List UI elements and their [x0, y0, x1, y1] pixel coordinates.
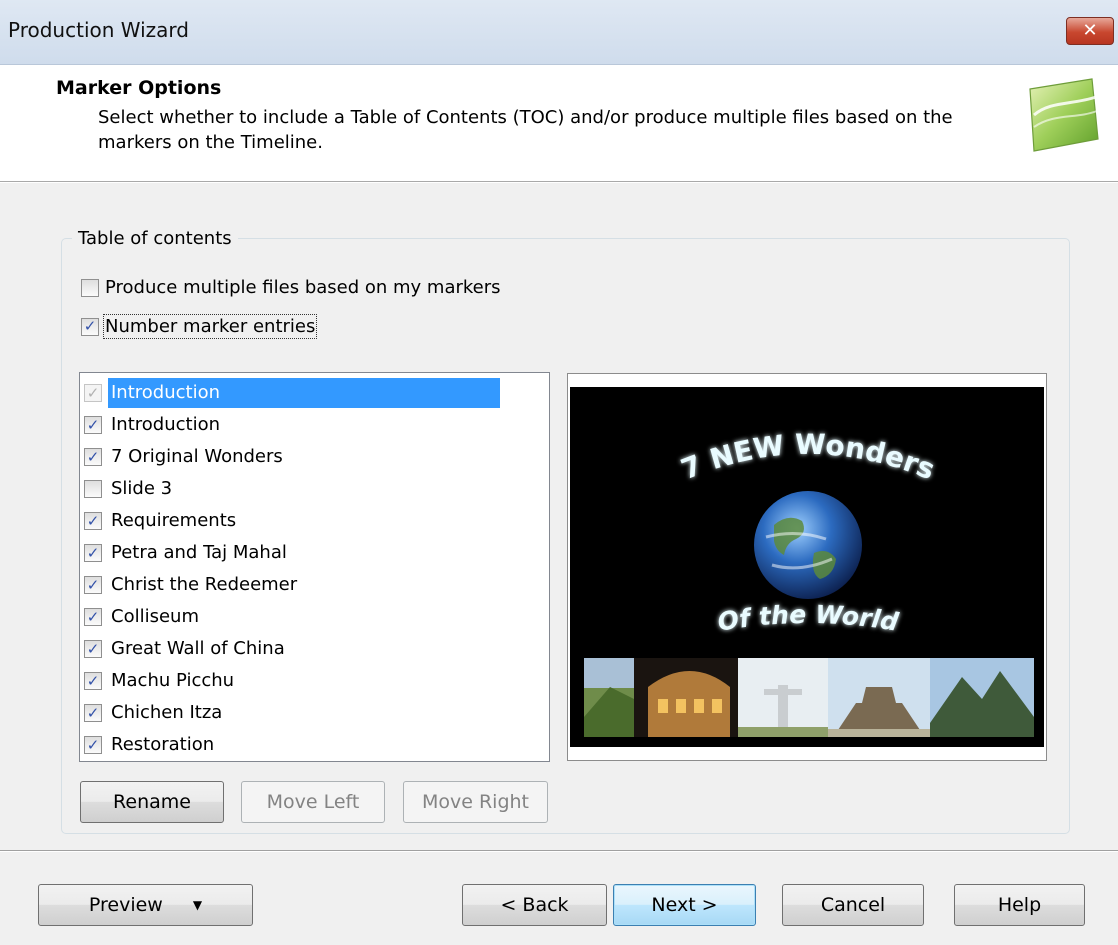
marker-list-item[interactable]: Great Wall of China — [84, 633, 288, 665]
help-button[interactable]: Help — [954, 884, 1085, 926]
marker-label: Introduction — [111, 414, 221, 435]
move-right-button[interactable]: Move Right — [403, 781, 548, 823]
marker-label: Machu Picchu — [111, 670, 235, 691]
cancel-button[interactable]: Cancel — [782, 884, 924, 926]
marker-checkbox[interactable] — [84, 416, 102, 434]
number-marker-entries-box[interactable] — [81, 317, 99, 336]
marker-checkbox[interactable] — [84, 608, 102, 626]
marker-checkbox[interactable] — [84, 544, 102, 562]
next-button[interactable]: Next > — [613, 884, 756, 926]
marker-label: 7 Original Wonders — [111, 446, 283, 467]
preview-slide-graphic: 7 NEW Wonders Of the World — [584, 428, 1034, 737]
marker-list-item[interactable]: Christ the Redeemer — [84, 569, 300, 601]
marker-label: Petra and Taj Mahal — [111, 542, 287, 563]
marker-list-item[interactable]: Colliseum — [84, 601, 202, 633]
produce-multiple-files-box[interactable] — [81, 278, 99, 297]
marker-checkbox[interactable] — [84, 448, 102, 466]
marker-list-item[interactable]: Introduction — [84, 409, 223, 441]
marker-checkbox — [84, 384, 102, 402]
page-description: Select whether to include a Table of Con… — [98, 107, 953, 153]
marker-checkbox[interactable] — [84, 672, 102, 690]
marker-label: Colliseum — [111, 606, 199, 627]
toc-preview-frame: 7 NEW Wonders Of the World — [567, 373, 1047, 761]
marker-list-item[interactable]: Chichen Itza — [84, 697, 225, 729]
marker-list-item[interactable]: Petra and Taj Mahal — [84, 537, 290, 569]
marker-list-item[interactable]: Slide 3 — [84, 473, 175, 505]
marker-list-item[interactable]: Requirements — [84, 505, 239, 537]
production-wizard-window: Production Wizard ✕ Marker Options Selec… — [0, 0, 1118, 945]
earth-globe — [754, 491, 862, 599]
marker-label: Requirements — [111, 510, 237, 531]
marker-list-item[interactable]: Restoration — [84, 729, 217, 761]
marker-label: Chichen Itza — [111, 702, 223, 723]
marker-checkbox[interactable] — [84, 736, 102, 754]
preview-button-label: Preview — [88, 894, 163, 916]
marker-label: Restoration — [111, 734, 215, 755]
marker-label: Slide 3 — [111, 478, 173, 499]
move-left-button[interactable]: Move Left — [241, 781, 385, 823]
preview-subtitle-text: Of the World — [716, 600, 902, 637]
marker-label: Introduction — [108, 378, 500, 408]
close-icon: ✕ — [1082, 20, 1098, 41]
produce-multiple-files-label: Produce multiple files based on my marke… — [105, 277, 501, 298]
back-button[interactable]: < Back — [462, 884, 607, 926]
marker-list-item[interactable]: Machu Picchu — [84, 665, 237, 697]
marker-checkbox[interactable] — [84, 704, 102, 722]
close-button[interactable]: ✕ — [1066, 17, 1114, 45]
marker-checkbox[interactable] — [84, 480, 102, 498]
produce-multiple-files-checkbox[interactable]: Produce multiple files based on my marke… — [81, 277, 501, 298]
marker-label: Great Wall of China — [111, 638, 285, 659]
marker-label: Christ the Redeemer — [111, 574, 298, 595]
marker-checkbox[interactable] — [84, 576, 102, 594]
number-marker-entries-checkbox[interactable]: Number marker entries — [81, 314, 318, 339]
number-marker-entries-label: Number marker entries — [102, 314, 318, 339]
production-wizard-logo-icon — [1029, 78, 1099, 152]
marker-checkbox[interactable] — [84, 512, 102, 530]
page-title: Marker Options — [56, 77, 222, 99]
marker-list-item[interactable]: 7 Original Wonders — [84, 441, 286, 473]
marker-checkbox[interactable] — [84, 640, 102, 658]
chevron-down-icon: ▼ — [192, 898, 203, 912]
title-bar[interactable]: Production Wizard ✕ — [0, 0, 1118, 65]
wizard-header: Marker Options Select whether to include… — [0, 65, 1118, 182]
rename-button[interactable]: Rename — [80, 781, 224, 823]
wonders-photo-strip — [584, 658, 1034, 737]
marker-list-item[interactable]: Introduction — [84, 377, 500, 409]
toc-preview-image: 7 NEW Wonders Of the World — [570, 387, 1044, 747]
window-title: Production Wizard — [8, 18, 189, 42]
table-of-contents-label: Table of contents — [72, 228, 238, 249]
preview-title-text: 7 NEW Wonders — [677, 428, 940, 486]
preview-dropdown-button[interactable]: Preview ▼ — [38, 884, 253, 926]
footer-separator — [0, 850, 1118, 852]
marker-list[interactable]: Introduction Introduction 7 Original Wonde… — [79, 372, 550, 762]
